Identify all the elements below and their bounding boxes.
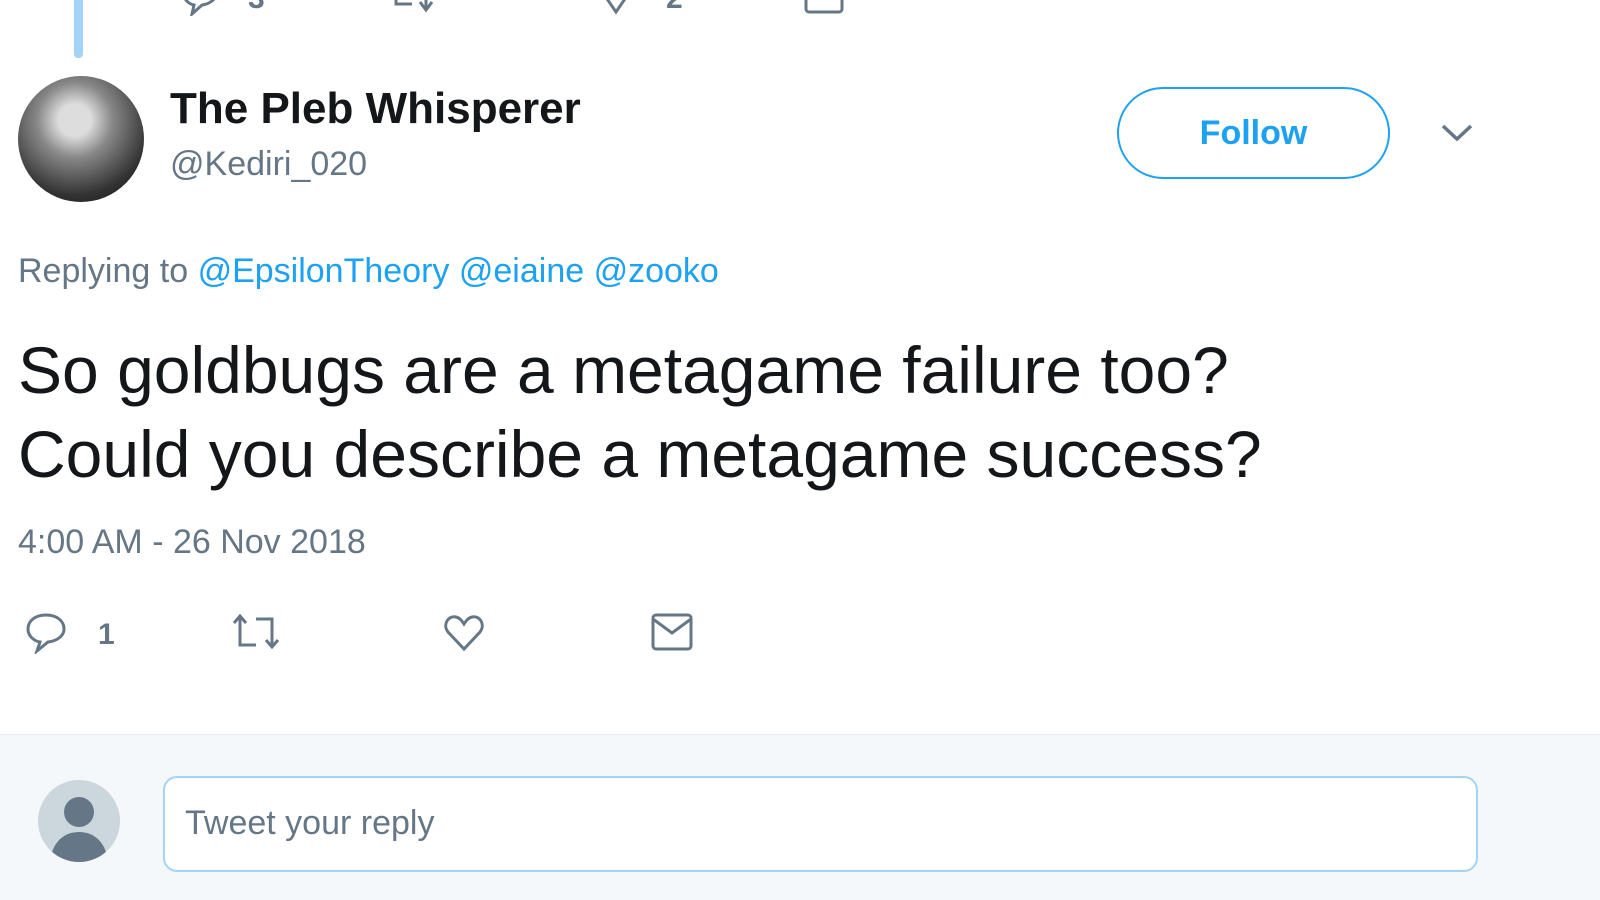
reply-input[interactable]: Tweet your reply xyxy=(163,776,1478,872)
user-avatar xyxy=(38,780,120,862)
chevron-down-icon[interactable] xyxy=(1440,122,1474,144)
reply-count: 1 xyxy=(98,618,115,651)
like-icon[interactable] xyxy=(443,614,485,652)
tweet-text: So goldbugs are a metagame failure too? … xyxy=(18,328,1262,496)
follow-button[interactable]: Follow xyxy=(1117,87,1390,179)
display-name[interactable]: The Pleb Whisperer xyxy=(170,84,581,134)
retweet-icon[interactable] xyxy=(232,614,280,650)
replying-prefix: Replying to xyxy=(18,252,189,290)
thread-line xyxy=(74,0,83,58)
previous-like-count: 2 xyxy=(666,0,683,16)
message-icon[interactable] xyxy=(651,613,693,651)
timestamp[interactable]: 4:00 AM - 26 Nov 2018 xyxy=(18,523,366,562)
message-icon[interactable] xyxy=(804,0,844,14)
mention-link[interactable]: @EpsilonTheory xyxy=(198,252,450,290)
reply-icon[interactable] xyxy=(24,612,68,654)
like-icon[interactable] xyxy=(598,0,634,16)
tweet-text-line: So goldbugs are a metagame failure too? xyxy=(18,333,1229,407)
reply-icon[interactable] xyxy=(180,0,220,16)
retweet-icon[interactable] xyxy=(388,0,434,14)
replying-to: Replying to @EpsilonTheory @eiaine @zook… xyxy=(18,252,719,291)
avatar[interactable] xyxy=(18,76,144,202)
mention-link[interactable]: @eiaine xyxy=(459,252,584,290)
previous-reply-count: 3 xyxy=(248,0,265,16)
tweet-text-line: Could you describe a metagame success? xyxy=(18,417,1262,491)
mention-link[interactable]: @zooko xyxy=(594,252,719,290)
user-handle[interactable]: @Kediri_020 xyxy=(170,145,367,184)
